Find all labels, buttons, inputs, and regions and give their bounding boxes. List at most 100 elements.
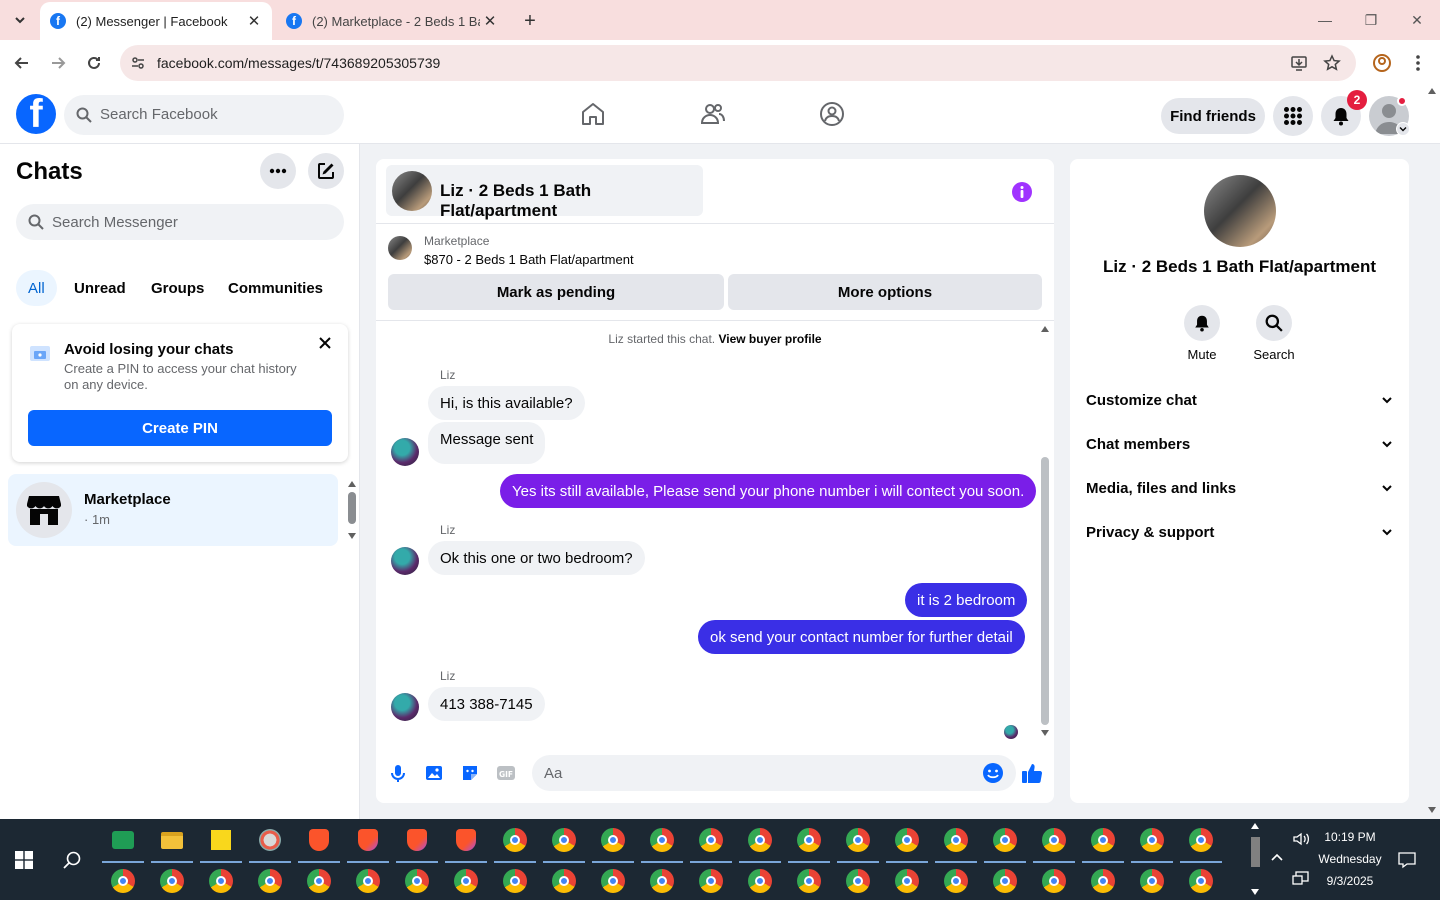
url-text[interactable]: facebook.com/messages/t/743689205305739 [157,55,440,71]
scroll-up-arrow-icon[interactable] [347,480,357,488]
chat-list-item-marketplace[interactable]: Marketplace · 1m [8,474,338,546]
chrome-app-icon[interactable] [304,866,334,896]
customize-chat-section[interactable]: Customize chat [1086,378,1393,422]
view-buyer-profile-link[interactable]: View buyer profile [718,332,821,346]
show-hidden-icons-chevron-icon[interactable] [1270,852,1284,862]
scroll-down-arrow-icon[interactable] [347,532,357,540]
chrome-app-icon[interactable] [1088,825,1118,855]
thumbs-up-like-icon[interactable] [1021,762,1043,784]
page-scroll-up-arrow-icon[interactable] [1427,87,1437,95]
chrome-app-icon[interactable] [647,866,677,896]
message-bubble-outgoing[interactable]: it is 2 bedroom [905,583,1028,617]
chrome-app-icon[interactable] [500,825,530,855]
search-in-conversation-button[interactable]: Search [1238,305,1310,362]
brave2-app-icon[interactable] [353,825,383,855]
scroll-up-arrow-icon[interactable] [1040,325,1050,333]
microphone-icon[interactable] [388,763,408,783]
reload-button[interactable] [82,51,106,75]
filter-groups[interactable]: Groups [139,270,216,306]
browser-tab-messenger[interactable]: f (2) Messenger | Facebook ✕ [40,2,272,40]
chrome-app-icon[interactable] [794,825,824,855]
chrome-app-icon[interactable] [745,866,775,896]
message-bubble-incoming[interactable]: Hi, is this available? [428,386,585,420]
chrome-app-icon[interactable] [598,866,628,896]
chrome-app-icon[interactable] [696,866,726,896]
back-button[interactable] [10,51,34,75]
chrome-app-icon[interactable] [647,825,677,855]
scroll-down-arrow-icon[interactable] [1040,729,1050,737]
chrome-app-icon[interactable] [549,825,579,855]
tab-search-chevron-icon[interactable] [8,8,32,32]
clock-time[interactable]: 10:19 PM [1316,830,1384,844]
media-files-links-section[interactable]: Media, files and links [1086,466,1393,510]
filter-all[interactable]: All [16,270,57,306]
home-icon[interactable] [577,98,609,130]
listing-thumbnail[interactable] [388,236,412,260]
chrome-app-icon[interactable] [157,866,187,896]
chrome-app-icon[interactable] [206,866,236,896]
facebook-logo-icon[interactable]: f [16,94,56,134]
brave2-app-icon[interactable] [451,825,481,855]
messenger-search-input[interactable]: Search Messenger [16,204,344,240]
message-bubble-outgoing[interactable]: ok send your contact number for further … [698,620,1025,654]
volume-icon[interactable] [1292,830,1310,848]
address-bar[interactable]: facebook.com/messages/t/743689205305739 [120,45,1356,81]
site-settings-icon[interactable] [130,55,146,71]
chrome-app-icon[interactable] [1186,825,1216,855]
new-message-icon[interactable] [308,153,344,189]
bookmark-star-icon[interactable] [1323,54,1341,72]
chrome-app-icon[interactable] [1088,866,1118,896]
chrome-app-icon[interactable] [108,866,138,896]
more-options-button[interactable]: More options [728,274,1042,310]
conversation-scrollbar-thumb[interactable] [1041,457,1049,725]
chrome-app-icon[interactable] [402,866,432,896]
chrome-app-icon[interactable] [941,866,971,896]
sticker-icon[interactable] [460,763,480,783]
network-icon[interactable] [1292,871,1310,887]
chat-options-icon[interactable] [260,153,296,189]
forward-button[interactable] [46,51,70,75]
globe-app-icon[interactable] [255,825,285,855]
folder-app-icon[interactable] [157,825,187,855]
chrome-app-icon[interactable] [255,866,285,896]
contact-profile-picture[interactable] [1204,175,1276,247]
chrome-app-icon[interactable] [549,866,579,896]
conversation-info-icon[interactable] [1011,181,1033,203]
profile-icon[interactable] [1372,53,1392,73]
browser-menu-icon[interactable] [1410,53,1426,73]
chrome-app-icon[interactable] [892,866,922,896]
chrome-app-icon[interactable] [745,825,775,855]
install-app-icon[interactable] [1290,54,1308,72]
create-pin-button[interactable]: Create PIN [28,410,332,446]
chrome-app-icon[interactable] [892,825,922,855]
close-tab-icon[interactable]: ✕ [244,11,264,31]
browser-tab-marketplace[interactable]: f (2) Marketplace - 2 Beds 1 Bath ✕ [276,2,508,40]
taskbar-search-icon[interactable] [63,851,81,869]
notes-app-icon[interactable] [206,825,236,855]
action-center-icon[interactable] [1398,851,1416,869]
chats-scrollbar-thumb[interactable] [348,492,356,524]
taskbar-scroll-thumb[interactable] [1251,837,1260,867]
privacy-support-section[interactable]: Privacy & support [1086,510,1393,554]
chrome-app-icon[interactable] [1039,825,1069,855]
chrome-app-icon[interactable] [598,825,628,855]
chat-members-section[interactable]: Chat members [1086,422,1393,466]
find-friends-button[interactable]: Find friends [1161,98,1265,134]
menu-grid-icon[interactable] [1273,96,1313,136]
chrome-app-icon[interactable] [1186,866,1216,896]
restore-window-icon[interactable]: ❐ [1356,8,1386,32]
mark-as-pending-button[interactable]: Mark as pending [388,274,724,310]
chrome-app-icon[interactable] [1137,825,1167,855]
facebook-search-input[interactable]: Search Facebook [64,95,344,135]
chrome-app-icon[interactable] [353,866,383,896]
chrome-app-icon[interactable] [794,866,824,896]
chrome-app-icon[interactable] [990,866,1020,896]
taskbar-scroll-up-icon[interactable] [1250,822,1260,830]
minimize-window-icon[interactable]: — [1310,8,1340,32]
gauge-app-icon[interactable] [108,825,138,855]
filter-communities[interactable]: Communities [216,270,335,306]
clock-day[interactable]: Wednesday [1316,852,1384,866]
chrome-app-icon[interactable] [451,866,481,896]
brave2-app-icon[interactable] [402,825,432,855]
chrome-app-icon[interactable] [696,825,726,855]
